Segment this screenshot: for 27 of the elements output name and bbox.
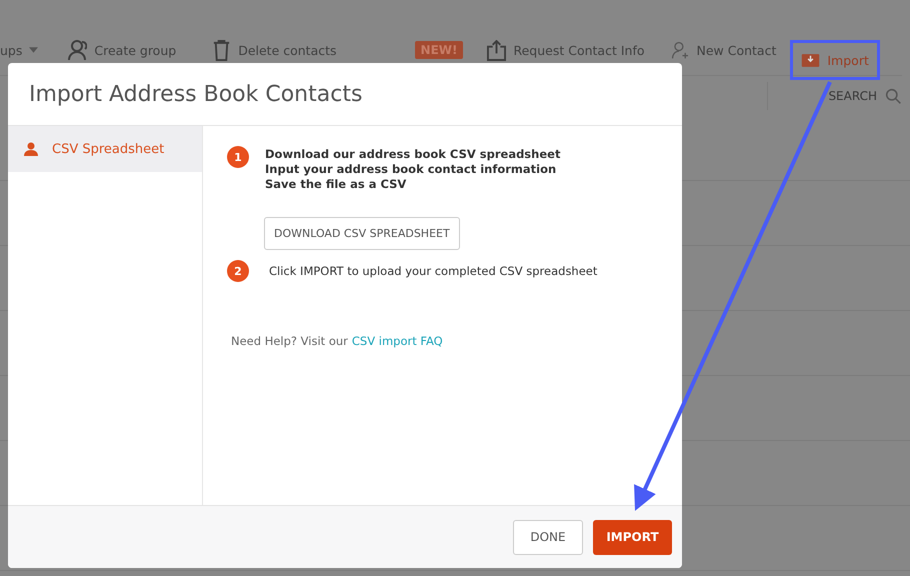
toolbar-button[interactable]: New Contact [662, 30, 784, 70]
sidebar-item[interactable]: CSV Spreadsheet [8, 126, 202, 172]
done-button[interactable]: DONE [513, 520, 583, 554]
trash-icon [212, 40, 232, 60]
toolbar-button[interactable]: Import [790, 40, 880, 80]
person-icon [24, 142, 38, 156]
search-icon [885, 88, 902, 104]
add-person-icon [670, 40, 690, 60]
share-icon [487, 40, 506, 60]
step-text: Input your address book contact information [265, 162, 558, 177]
toolbar-button[interactable]: Delete contacts [204, 30, 345, 70]
toolbar-button[interactable]: Request Contact Info [479, 30, 652, 70]
download-button[interactable]: DOWNLOAD CSV SPREADSHEET [264, 217, 460, 250]
step-text: Save the file as a CSV [265, 177, 408, 192]
step-text: Click IMPORT to upload your completed CSV spreadsheet [269, 264, 598, 279]
import-button[interactable]: IMPORT [593, 520, 672, 554]
toolbar-button[interactable]: ups [0, 30, 46, 70]
help-text: Need Help? Visit our [231, 334, 348, 348]
faq-link[interactable]: CSV import FAQ [352, 334, 443, 348]
step-text: Download our address book CSV spreadsheet [265, 147, 560, 162]
dialog-title: Import Address Book Contacts [29, 82, 362, 106]
people-icon [68, 40, 88, 60]
step-number: 2 [227, 260, 249, 282]
toolbar-button[interactable]: Create group [60, 30, 184, 70]
step-number: 1 [227, 146, 249, 168]
search-button[interactable]: SEARCH [767, 82, 902, 110]
caret-icon [29, 47, 38, 53]
